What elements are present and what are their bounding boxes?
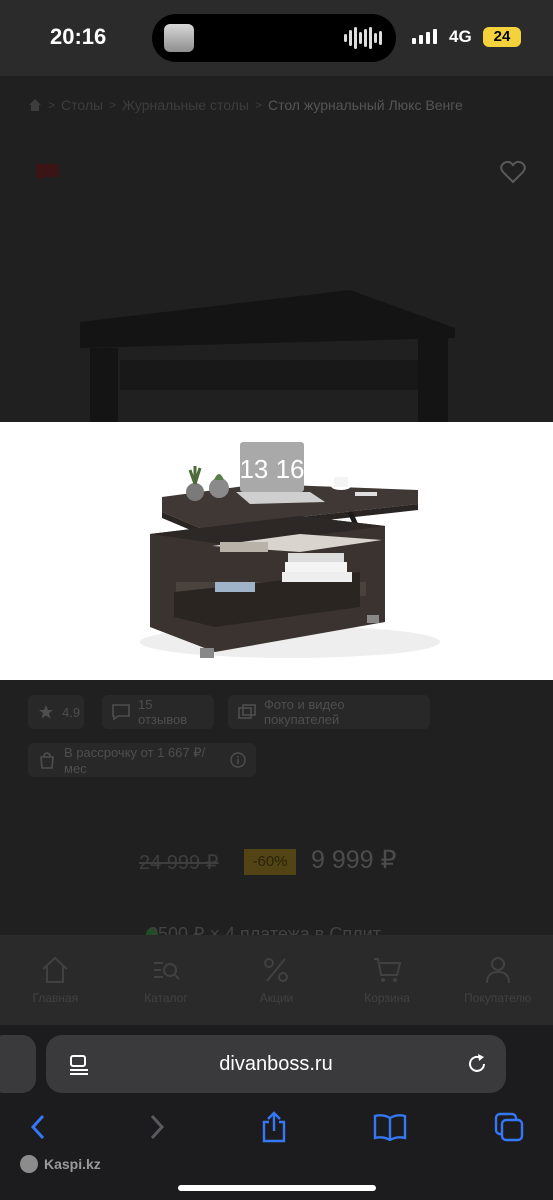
dynamic-island[interactable] — [152, 14, 396, 62]
current-price: 9 999 ₽ — [311, 846, 397, 874]
home-indicator[interactable] — [178, 1185, 376, 1191]
status-time: 20:16 — [50, 24, 107, 49]
nav-label: Акции — [259, 991, 294, 1005]
info-icon[interactable] — [230, 752, 246, 768]
chevron-right-icon: > — [48, 98, 56, 112]
watermark-text: Kaspi.kz — [44, 1156, 101, 1172]
breadcrumb: > Столы > Журнальные столы > Стол журнал… — [28, 97, 463, 113]
browser-chrome: divanboss.ru Kaspi.kz — [0, 1025, 553, 1200]
site-bottom-nav: Главная Каталог Акции Корзина Покупателю — [0, 935, 553, 1025]
heart-icon[interactable] — [500, 160, 526, 184]
star-icon — [39, 705, 53, 719]
rating-chip[interactable]: 4.9 — [28, 695, 84, 729]
browser-toolbar — [0, 1109, 553, 1149]
catalog-search-icon — [153, 962, 180, 980]
nav-item-sales[interactable]: Акции — [221, 935, 332, 1025]
share-button[interactable] — [256, 1109, 292, 1145]
comment-icon — [112, 704, 130, 720]
nav-label: Покупателю — [464, 991, 532, 1005]
coffee-table-illustration: 13 16 — [140, 442, 440, 658]
nav-item-cart[interactable]: Корзина — [332, 935, 443, 1025]
chevron-right-icon: > — [109, 98, 117, 112]
chevron-left-icon — [30, 1114, 45, 1140]
back-button[interactable] — [20, 1109, 56, 1145]
promo-tag-icon — [36, 164, 59, 181]
chevron-right-icon — [150, 1114, 165, 1140]
product-image[interactable]: 13 16 — [0, 422, 553, 680]
nav-label: Корзина — [364, 991, 410, 1005]
status-bar: 20:16 4G 24 — [0, 0, 553, 76]
rating-value: 4.9 — [62, 704, 81, 720]
discount-badge: -60% — [244, 849, 296, 875]
previous-tab-preview[interactable] — [0, 1035, 36, 1093]
media-chip[interactable]: Фото и видео покупателей — [228, 695, 430, 729]
kaspi-watermark: Kaspi.kz — [20, 1155, 101, 1173]
user-icon — [485, 957, 510, 984]
home-icon[interactable] — [28, 98, 42, 112]
old-price: 24 999 ₽ — [139, 852, 219, 874]
now-playing-artwork — [164, 24, 194, 52]
bookmarks-button[interactable] — [372, 1109, 408, 1145]
installment-chip[interactable]: В рассрочку от 1 667 ₽/мес — [28, 743, 256, 777]
reload-icon[interactable] — [466, 1053, 488, 1075]
share-icon — [262, 1111, 286, 1143]
product-image-dimmed — [80, 290, 455, 422]
kaspi-logo-icon — [20, 1155, 38, 1173]
nav-item-catalog[interactable]: Каталог — [111, 935, 222, 1025]
breadcrumb-item-coffee-tables[interactable]: Журнальные столы — [122, 97, 249, 113]
nav-label: Каталог — [144, 991, 188, 1005]
cart-icon — [374, 958, 402, 982]
photo-gallery-icon — [238, 704, 256, 719]
forward-button[interactable] — [139, 1109, 175, 1145]
url-text: divanboss.ru — [219, 1053, 333, 1075]
percent-icon — [264, 958, 289, 982]
installment-label: В рассрочку от 1 667 ₽/мес — [64, 744, 206, 776]
nav-label: Главная — [32, 991, 79, 1005]
shopping-bag-icon — [40, 752, 54, 769]
tabs-icon — [494, 1112, 524, 1142]
reviews-count: 15 отзывов — [138, 697, 188, 727]
media-label: Фото и видео покупателей — [264, 697, 345, 727]
tabs-button[interactable] — [491, 1109, 527, 1145]
network-type: 4G — [449, 27, 472, 46]
chevron-right-icon: > — [254, 98, 262, 112]
audio-waveform-icon — [344, 27, 382, 49]
laptop-screen-time: 13 16 — [239, 454, 304, 484]
cellular-signal-icon — [412, 29, 437, 44]
book-icon — [373, 1114, 407, 1141]
breadcrumb-item-tables[interactable]: Столы — [61, 97, 103, 113]
web-page-content: > Столы > Журнальные столы > Стол журнал… — [0, 76, 553, 1036]
breadcrumb-current: Стол журнальный Люкс Венге — [267, 97, 463, 113]
battery-indicator: 24 — [483, 27, 521, 47]
price-block: 24 999 ₽ -60% 9 999 ₽ — [0, 842, 553, 882]
nav-item-home[interactable]: Главная — [0, 935, 111, 1025]
nav-item-customer[interactable]: Покупателю — [442, 935, 553, 1025]
reviews-chip[interactable]: 15 отзывов — [102, 695, 214, 729]
home-icon — [42, 956, 68, 983]
address-bar[interactable]: divanboss.ru — [46, 1035, 506, 1093]
